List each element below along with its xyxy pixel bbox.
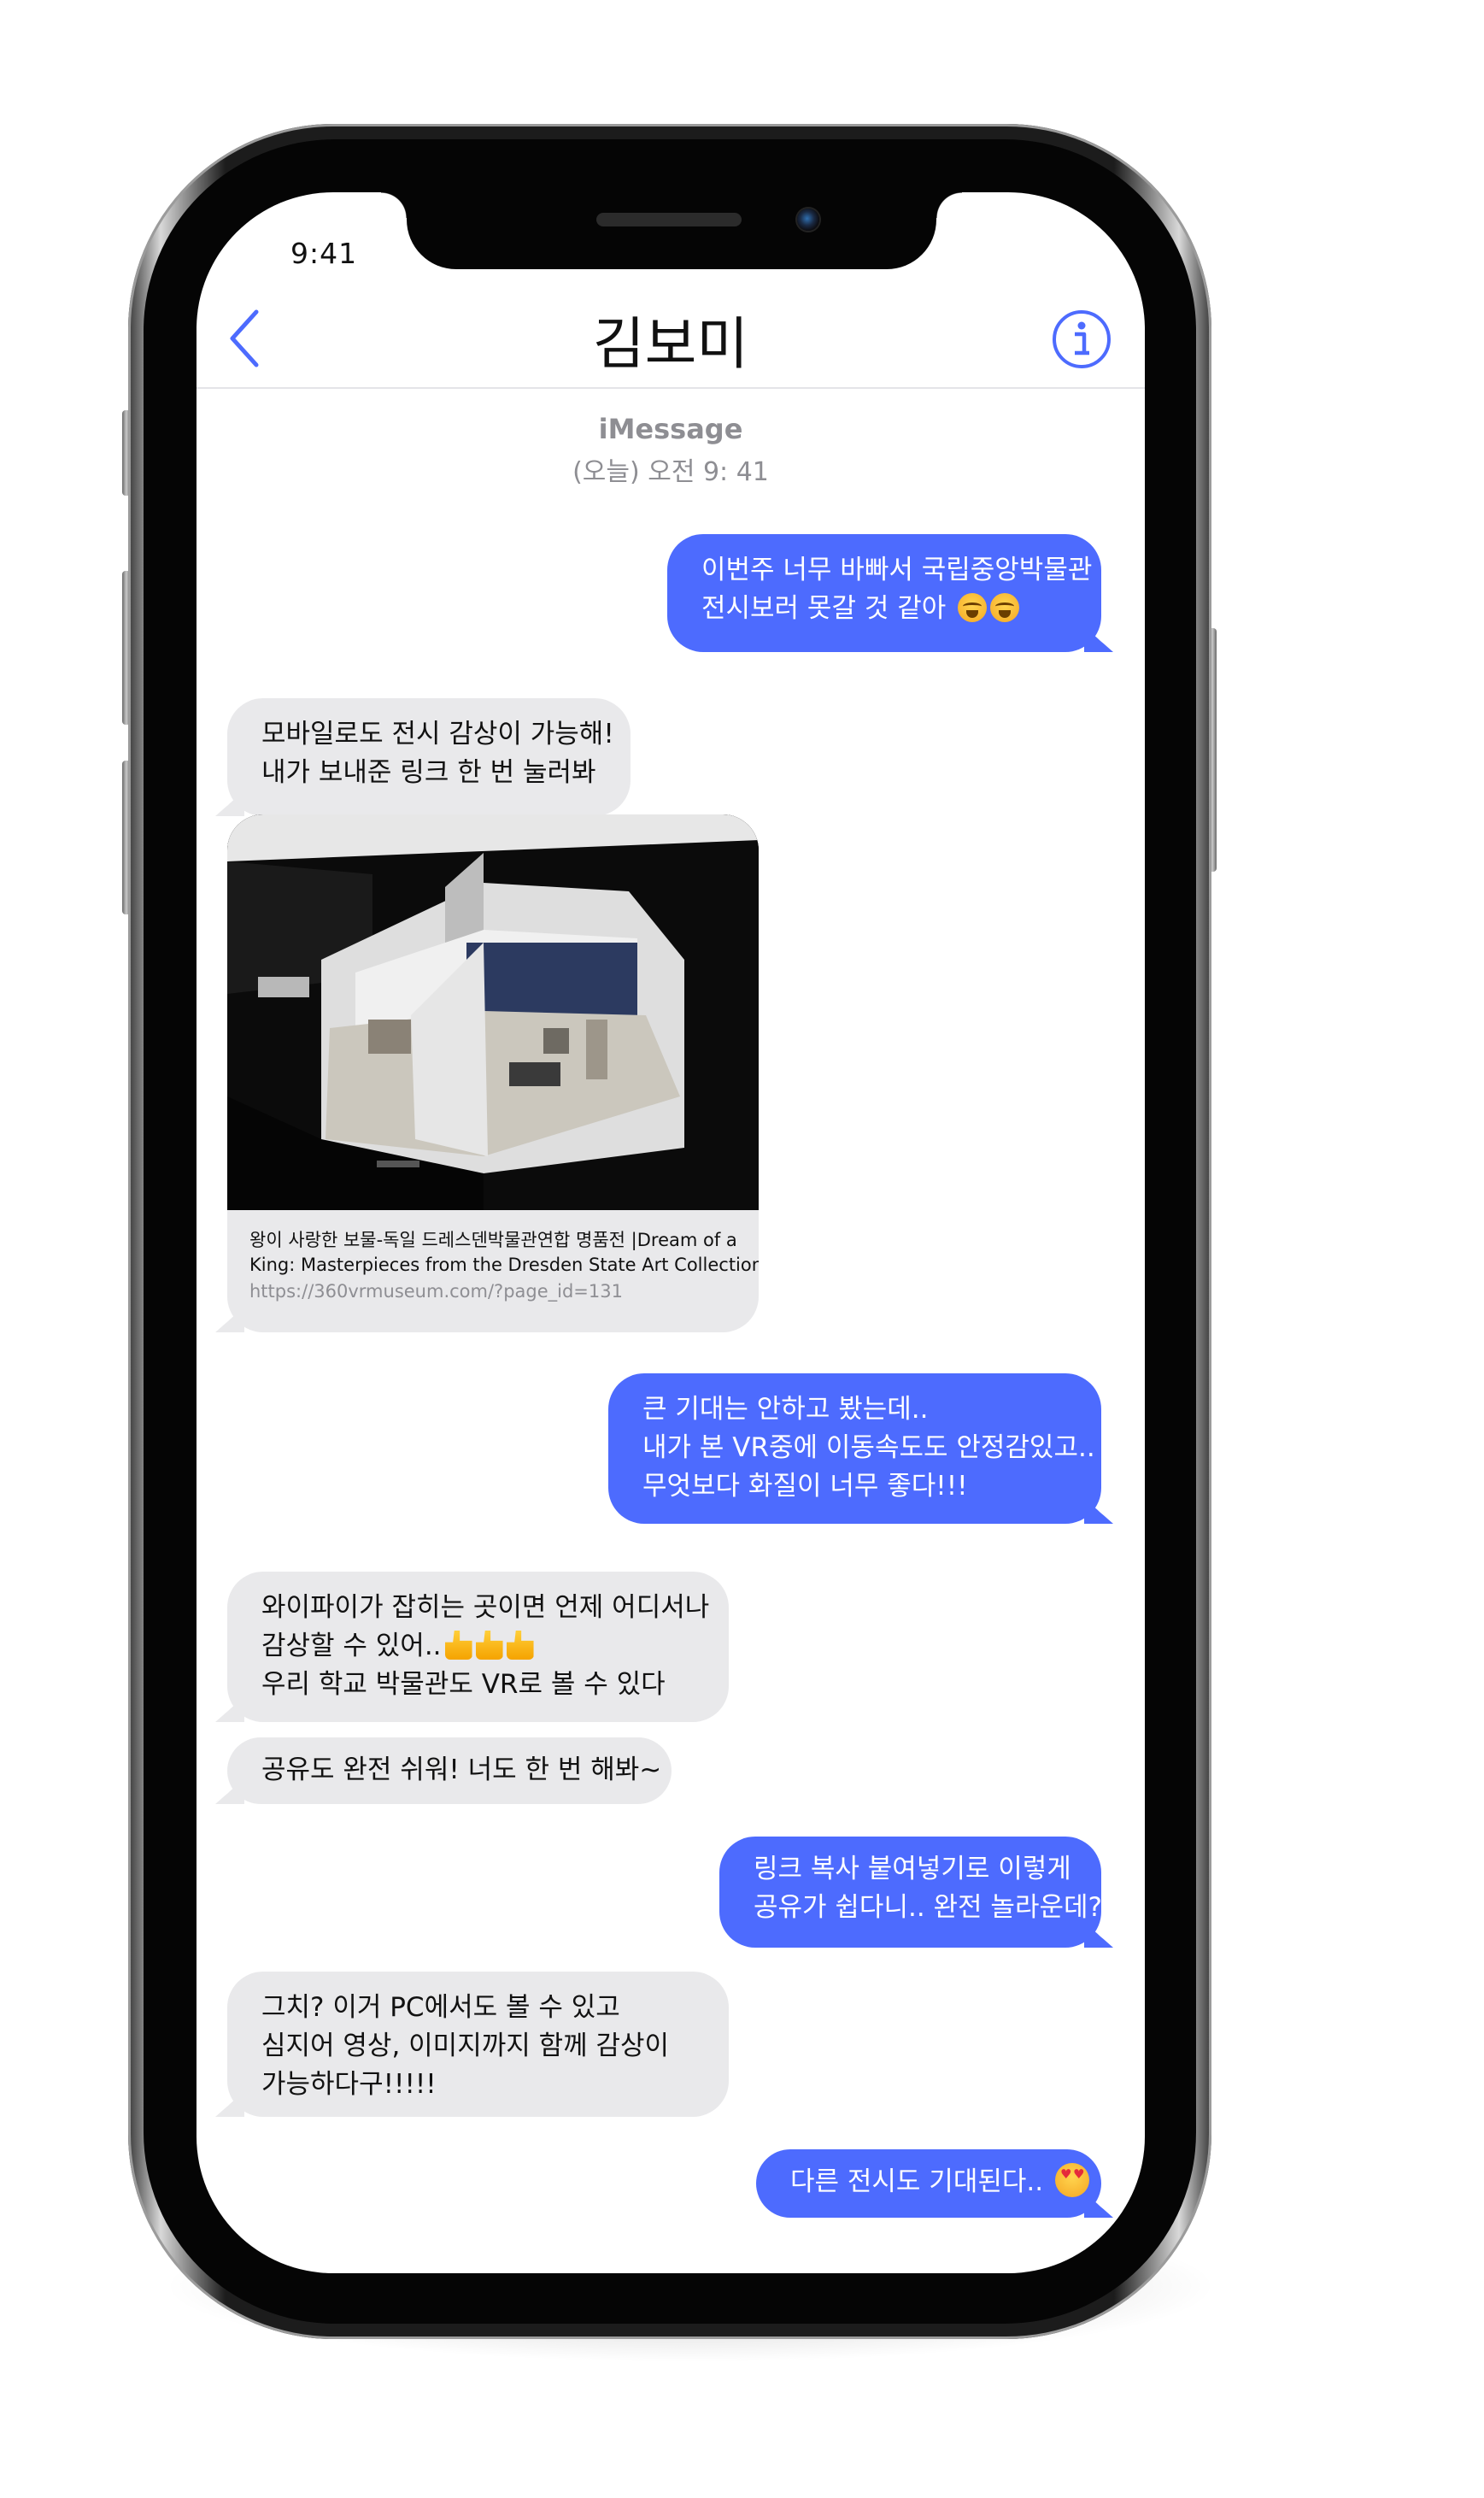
- conversation-header: 김보미: [196, 278, 1145, 389]
- link-title-line: 왕이 사랑한 보물-독일 드레스덴박물관연합 명품전 |Dream of a: [249, 1230, 737, 1250]
- service-label: iMessage: [598, 413, 743, 445]
- sent-message-bubble[interactable]: 다른 전시도 기대된다..: [756, 2149, 1101, 2218]
- message-line: 내가 본 VR중에 이동속도도 안정감있고..: [642, 1432, 1095, 1463]
- message-line: 와이파이가 잡히는 곳이면 언제 어디서나: [261, 1592, 710, 1623]
- status-time: 9:41: [290, 237, 358, 270]
- message-line: 가능하다구!!!!!: [261, 2069, 437, 2100]
- link-preview-url: https://360vrmuseum.com/?page_id=131: [249, 1281, 623, 1302]
- crying-face-icon: [990, 593, 1020, 622]
- vr-museum-preview-image: [227, 814, 759, 1210]
- link-preview-title: 왕이 사랑한 보물-독일 드레스덴박물관연합 명품전 |Dream of a K…: [249, 1228, 759, 1278]
- message-line: 공유가 쉽다니.. 완전 놀라운데?: [754, 1892, 1102, 1923]
- message-line: 내가 보내준 링크 한 번 눌러봐: [261, 757, 596, 788]
- info-button[interactable]: [1051, 309, 1112, 370]
- message-line: 다른 전시도 기대된다..: [790, 2166, 1052, 2197]
- message-line: 그치? 이거 PC에서도 볼 수 있고: [261, 1992, 620, 2023]
- received-message-bubble[interactable]: 공유도 완전 쉬워! 너도 한 번 해봐~: [227, 1737, 672, 1804]
- link-title-line: King: Masterpieces from the Dresden Stat…: [249, 1255, 759, 1275]
- link-preview-card[interactable]: 왕이 사랑한 보물-독일 드레스덴박물관연합 명품전 |Dream of a K…: [227, 814, 759, 1332]
- message-line: 공유도 완전 쉬워! 너도 한 번 해봐~: [261, 1754, 662, 1785]
- front-camera: [797, 209, 819, 231]
- sent-message-bubble[interactable]: 이번주 너무 바빠서 국립중앙박물관 전시보러 못갈 것 같아: [667, 534, 1101, 652]
- message-line: 감상할 수 있어..: [261, 1631, 442, 1661]
- thumbs-up-icon: [506, 1631, 534, 1660]
- thread-timestamp: (오늘) 오전 9: 41: [572, 457, 769, 487]
- sent-message-bubble[interactable]: 큰 기대는 안하고 봤는데.. 내가 본 VR중에 이동속도도 안정감있고.. …: [608, 1373, 1101, 1524]
- message-line: 링크 복사 붙여넣기로 이렇게: [754, 1854, 1071, 1884]
- contact-name[interactable]: 김보미: [196, 298, 1145, 380]
- phone-screen: 9:41 김보미 iMessage (오늘) 오전 9: 41 이번주 너무 바…: [196, 192, 1145, 2273]
- message-line: 이번주 너무 바빠서 국립중앙박물관: [701, 555, 1093, 585]
- received-message-bubble[interactable]: 모바일로도 전시 감상이 가능해! 내가 보내준 링크 한 번 눌러봐: [227, 698, 631, 816]
- message-line: 큰 기대는 안하고 봤는데..: [642, 1394, 929, 1425]
- received-message-bubble[interactable]: 그치? 이거 PC에서도 볼 수 있고 심지어 영상, 이미지까지 함께 감상이…: [227, 1972, 729, 2117]
- thumbs-up-icon: [444, 1631, 472, 1660]
- thumbs-up-icon: [475, 1631, 503, 1660]
- crying-face-icon: [958, 593, 988, 622]
- message-line: 전시보러 못갈 것 같아: [701, 593, 955, 624]
- message-line: 무엇보다 화질이 너무 좋다!!!: [642, 1471, 968, 1502]
- notch: [381, 192, 962, 269]
- speaker-grille: [596, 213, 742, 226]
- heart-eyes-icon: [1054, 2163, 1089, 2197]
- info-icon: [1053, 310, 1111, 368]
- message-line: 모바일로도 전시 감상이 가능해!: [261, 719, 614, 749]
- sent-message-bubble[interactable]: 링크 복사 붙여넣기로 이렇게 공유가 쉽다니.. 완전 놀라운데?: [719, 1837, 1102, 1948]
- message-line: 우리 학교 박물관도 VR로 볼 수 있다: [261, 1669, 666, 1700]
- message-line: 심지어 영상, 이미지까지 함께 감상이: [261, 2031, 670, 2061]
- received-message-bubble[interactable]: 와이파이가 잡히는 곳이면 언제 어디서나 감상할 수 있어.. 우리 학교 박…: [227, 1572, 729, 1722]
